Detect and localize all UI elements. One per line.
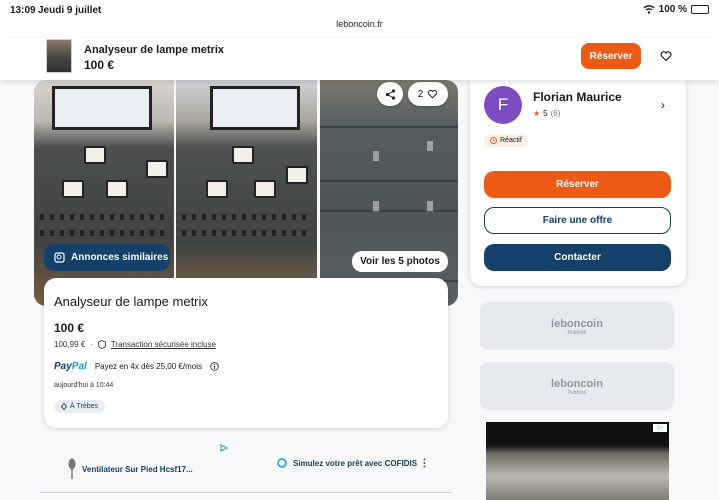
photo-gallery[interactable] (34, 80, 458, 306)
listing-price: 100 € (54, 321, 85, 335)
share-icon (385, 88, 395, 100)
seller-card: F Florian Maurice ★ 5 (6) › Réactif Rése… (470, 80, 686, 286)
fan-icon (68, 458, 76, 479)
contact-button[interactable]: Contacter (484, 244, 671, 271)
reserve-button[interactable]: Réserver (484, 171, 671, 198)
sticky-title: Analyseur de lampe metrix (84, 44, 225, 56)
cofidis-icon (277, 458, 287, 468)
clock-icon (490, 137, 497, 144)
status-bar: 13:09 Jeudi 9 juillet leboncoin.fr 100 % (0, 0, 719, 38)
share-button[interactable] (377, 82, 403, 106)
reactive-badge-label: Réactif (500, 137, 522, 144)
favorites-count: 2 (417, 88, 424, 100)
ad-link-cofidis[interactable]: Simulez votre prêt avec COFIDIS (277, 458, 426, 468)
address-bar-url[interactable]: leboncoin.fr (0, 19, 719, 29)
divider (40, 492, 452, 493)
status-date: Jeudi 9 juillet (38, 5, 102, 16)
location-label: À Trèbes (70, 403, 99, 410)
ad-placeholder-1[interactable]: leboncoin Publicité (480, 302, 674, 350)
favorite-button[interactable]: 2 (408, 82, 448, 106)
battery-icon (691, 5, 709, 14)
status-indicators: 100 % (643, 4, 709, 15)
see-photos-button[interactable]: Voir les 5 photos (352, 251, 448, 272)
reactive-badge: Réactif (484, 134, 528, 147)
status-time: 13:09 (10, 5, 36, 16)
star-icon: ★ (533, 109, 541, 118)
make-offer-button[interactable]: Faire une offre (484, 207, 671, 234)
ad-label: Publicité (567, 390, 587, 396)
wifi-icon (643, 5, 655, 14)
location-chip[interactable]: À Trèbes (54, 400, 106, 413)
ad-choices-icon[interactable]: ▷ (653, 424, 667, 432)
more-icon[interactable] (423, 458, 426, 468)
paypal-text: Payez en 4x dès 25,00 €/mois (94, 362, 202, 371)
ad-item-2-label: Simulez votre prêt avec COFIDIS (293, 458, 418, 468)
sticky-price: 100 € (84, 58, 115, 72)
listing-thumbnail[interactable] (46, 39, 72, 73)
info-icon[interactable] (210, 362, 219, 371)
sticky-reserve-button[interactable]: Réserver (581, 43, 641, 69)
ad-label: Publicité (567, 330, 587, 336)
video-ad[interactable]: ▷ (486, 422, 669, 500)
paypal-banner[interactable]: PayPal Payez en 4x dès 25,00 €/mois (54, 361, 219, 372)
seller-rating: ★ 5 (6) (533, 109, 560, 118)
shield-icon (97, 340, 106, 349)
listing-date: aujourd'hui à 10:44 (54, 382, 114, 389)
leboncoin-logo: leboncoin (551, 378, 603, 390)
seller-avatar[interactable]: F (484, 86, 522, 124)
similar-listings-button[interactable]: Annonces similaires (44, 244, 170, 271)
listing-info-card: Analyseur de lampe metrix 100 € 100,99 €… (44, 278, 448, 428)
ad-placeholder-2[interactable]: leboncoin Publicité (480, 362, 674, 410)
chevron-right-icon[interactable]: › (661, 98, 665, 112)
price-details: 100,99 € · Transaction sécurisée incluse (54, 340, 216, 349)
battery-percent: 100 % (658, 4, 687, 15)
location-icon (61, 403, 67, 410)
seller-rating-count: (6) (550, 109, 561, 118)
photo-3[interactable] (320, 80, 458, 306)
photo-2[interactable] (176, 80, 317, 306)
heart-icon[interactable] (660, 50, 672, 62)
sticky-listing-header: Analyseur de lampe metrix 100 € Réserver (0, 38, 719, 80)
heart-icon (428, 90, 438, 99)
secure-transaction-link[interactable]: Transaction sécurisée incluse (111, 340, 216, 349)
leboncoin-logo: leboncoin (551, 318, 603, 330)
price-with-fees: 100,99 € (54, 340, 86, 349)
similar-icon (54, 252, 65, 263)
ad-link-ventilateur[interactable]: Ventilateur Sur Pied Hcsf17... (68, 458, 193, 480)
paypal-logo: PayPal (54, 361, 87, 372)
ad-choices-icon[interactable] (220, 444, 228, 452)
seller-rating-value: 5 (543, 109, 548, 118)
sponsored-links: Ventilateur Sur Pied Hcsf17... Simulez v… (44, 440, 448, 490)
photo-1[interactable] (34, 80, 174, 306)
ad-item-1-label: Ventilateur Sur Pied Hcsf17... (82, 464, 193, 474)
listing-title: Analyseur de lampe metrix (54, 294, 208, 309)
similar-listings-label: Annonces similaires (71, 252, 169, 263)
seller-name[interactable]: Florian Maurice (533, 90, 622, 104)
